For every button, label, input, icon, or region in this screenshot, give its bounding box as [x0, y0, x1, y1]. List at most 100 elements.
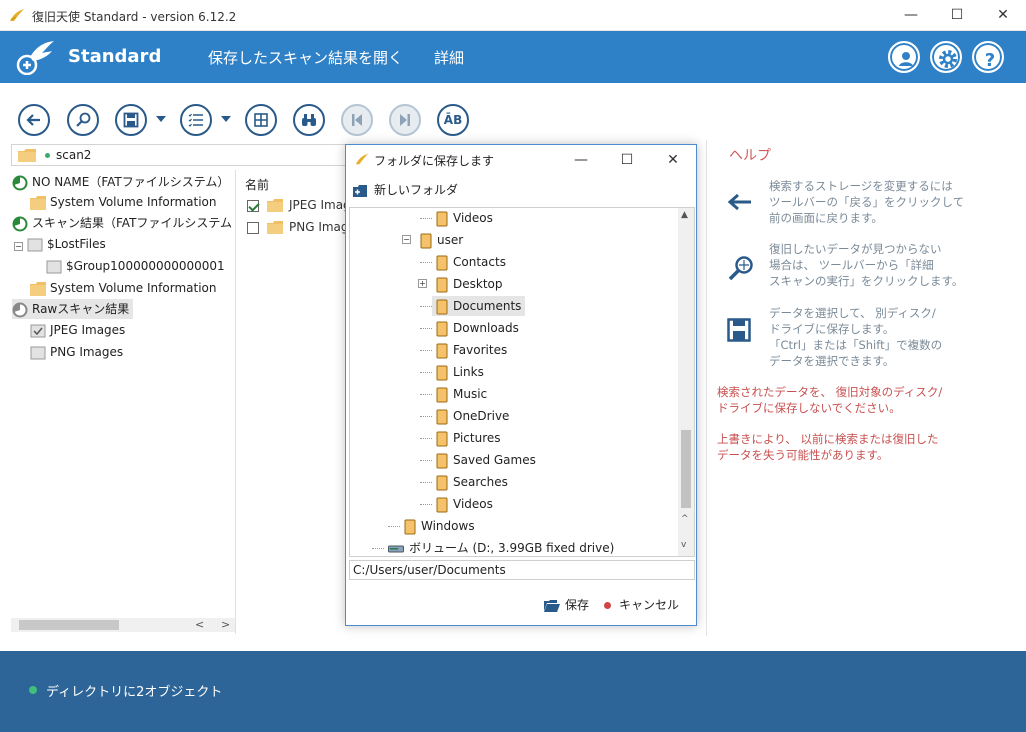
open-scan-results-link[interactable]: 保存したスキャン結果を開く [208, 47, 403, 68]
close-button[interactable]: ✕ [980, 0, 1026, 31]
folder-node-label: Documents [453, 299, 522, 313]
folder-node-documents[interactable]: Documents [432, 296, 526, 316]
next-button[interactable] [389, 104, 421, 136]
save-dropdown-icon[interactable] [156, 116, 166, 122]
tree-connector [420, 328, 432, 329]
tree-connector [420, 350, 432, 351]
save-button[interactable] [115, 104, 147, 136]
dialog-cancel-button[interactable]: キャンセル [604, 596, 679, 613]
help-line: 検索するストレージを変更するには [769, 179, 953, 193]
folder-icon [436, 475, 448, 490]
tree-connector [420, 218, 432, 219]
tree-connector [420, 416, 432, 417]
tree-item-jpeg-images[interactable]: JPEG Images [30, 320, 125, 340]
magnifier-icon [76, 112, 91, 127]
tree-item-system-volume-information-2[interactable]: System Volume Information [30, 278, 216, 298]
tree-item-system-volume-information[interactable]: System Volume Information [30, 192, 216, 212]
folder-node-links[interactable]: Links [436, 362, 484, 382]
row-checkbox[interactable] [247, 221, 259, 234]
settings-button[interactable] [930, 41, 962, 73]
tree-item-label: スキャン結果（FATファイルシステム [32, 216, 233, 230]
gear-icon [939, 50, 957, 68]
collapse-icon[interactable]: − [14, 242, 23, 251]
tree-item-label: $LostFiles [47, 237, 106, 251]
floppy-icon [123, 112, 139, 128]
folder-node-videos[interactable]: Videos [436, 208, 493, 228]
tree-item-png-images[interactable]: PNG Images [30, 342, 123, 362]
volume-node-d[interactable]: ボリューム (D:, 3.99GB fixed drive) [388, 538, 614, 556]
file-list: 名前 JPEG Images PNG Images [237, 170, 364, 634]
folder-node-label: Windows [421, 519, 475, 533]
scroll-down-icon[interactable]: v [681, 540, 686, 550]
tree-item-scan-results[interactable]: スキャン結果（FATファイルシステム [12, 213, 232, 233]
deep-scan-button[interactable] [67, 104, 99, 136]
folder-node-label: Videos [453, 211, 493, 225]
folder-tree-scrollbar[interactable]: ▲ ^ v [678, 208, 694, 556]
match-case-button[interactable]: ĀB [437, 104, 469, 136]
tree-connector [388, 526, 400, 527]
folder-node-user[interactable]: user [420, 230, 463, 250]
collapse-icon[interactable]: − [402, 235, 411, 244]
dialog-close-button[interactable]: ✕ [658, 149, 688, 171]
folder-node-contacts[interactable]: Contacts [436, 252, 506, 272]
folder-node-searches[interactable]: Searches [436, 472, 508, 492]
folder-node-label: Downloads [453, 321, 519, 335]
dialog-save-button[interactable]: 保存 [544, 596, 589, 613]
tree-item-raw-scan-results[interactable]: Rawスキャン結果 [12, 299, 134, 319]
path-bar[interactable]: scan2 [11, 144, 351, 166]
column-header-name[interactable]: 名前 [245, 176, 269, 193]
minimize-button[interactable]: — [888, 0, 934, 31]
scan-status-icon [12, 216, 28, 231]
details-link[interactable]: 詳細 [434, 47, 464, 68]
help-panel: ヘルプ 検索するストレージを変更するには ツールバーの「戻る」をクリックして 前… [706, 140, 1006, 636]
skip-next-icon [400, 114, 410, 126]
previous-button[interactable] [341, 104, 373, 136]
save-folder-dialog: フォルダに保存します — ☐ ✕ 新しいフォルダ Videos − user C… [345, 144, 697, 626]
folder-node-windows[interactable]: Windows [404, 516, 475, 536]
help-back-text: 検索するストレージを変更するには ツールバーの「戻る」をクリックして 前の画面に… [769, 178, 999, 226]
folder-path-input[interactable]: C:/Users/user/Documents [349, 560, 695, 580]
folder-node-videos-2[interactable]: Videos [436, 494, 493, 514]
row-checkbox[interactable] [247, 199, 259, 212]
tree-horizontal-scrollbar[interactable]: < > [11, 618, 235, 632]
folder-node-label: Pictures [453, 431, 501, 445]
dialog-maximize-button[interactable]: ☐ [612, 149, 642, 171]
tree-item-group[interactable]: $Group100000000000001 [46, 256, 225, 276]
brand-label: Standard [68, 46, 162, 67]
help-button[interactable]: ? [972, 41, 1004, 73]
tree-item-lostfiles[interactable]: − $LostFiles [14, 234, 106, 254]
folder-node-favorites[interactable]: Favorites [436, 340, 507, 360]
view-dropdown-icon[interactable] [221, 116, 231, 122]
maximize-button[interactable]: ☐ [934, 0, 980, 31]
folder-node-saved-games[interactable]: Saved Games [436, 450, 536, 470]
scrollbar-thumb[interactable] [19, 620, 119, 630]
folder-icon [436, 321, 448, 336]
scroll-up-icon[interactable]: ▲ [681, 210, 688, 220]
folder-node-onedrive[interactable]: OneDrive [436, 406, 509, 426]
expand-icon[interactable]: + [418, 279, 427, 288]
folder-node-desktop[interactable]: Desktop [436, 274, 503, 294]
account-button[interactable] [888, 41, 920, 73]
scrollbar-thumb[interactable] [681, 430, 691, 508]
find-button[interactable] [293, 104, 325, 136]
help-warning-2: 上書きにより、 以前に検索または復旧した データを失う可能性があります。 [717, 431, 997, 463]
folder-node-music[interactable]: Music [436, 384, 487, 404]
new-folder-label: 新しいフォルダ [374, 183, 459, 197]
grid-view-button[interactable] [245, 104, 277, 136]
scroll-left-icon[interactable]: < [195, 618, 204, 631]
dialog-minimize-button[interactable]: — [566, 149, 596, 171]
scroll-up-icon[interactable]: ^ [681, 514, 689, 524]
folder-node-pictures[interactable]: Pictures [436, 428, 501, 448]
help-line: 「Ctrl」または「Shift」で複数の [769, 338, 943, 352]
tree-item-no-name[interactable]: NO NAME（FATファイルシステム） [12, 172, 229, 192]
back-button[interactable] [18, 104, 50, 136]
folder-icon [267, 199, 283, 212]
folder-icon [436, 365, 448, 380]
folder-node-downloads[interactable]: Downloads [436, 318, 519, 338]
new-folder-button[interactable]: 新しいフォルダ [352, 181, 458, 199]
match-case-label: ĀB [443, 113, 463, 127]
list-view-button[interactable] [180, 104, 212, 136]
scroll-right-icon[interactable]: > [221, 618, 230, 631]
tree-item-label: $Group100000000000001 [66, 259, 225, 273]
folder-icon [436, 453, 448, 468]
